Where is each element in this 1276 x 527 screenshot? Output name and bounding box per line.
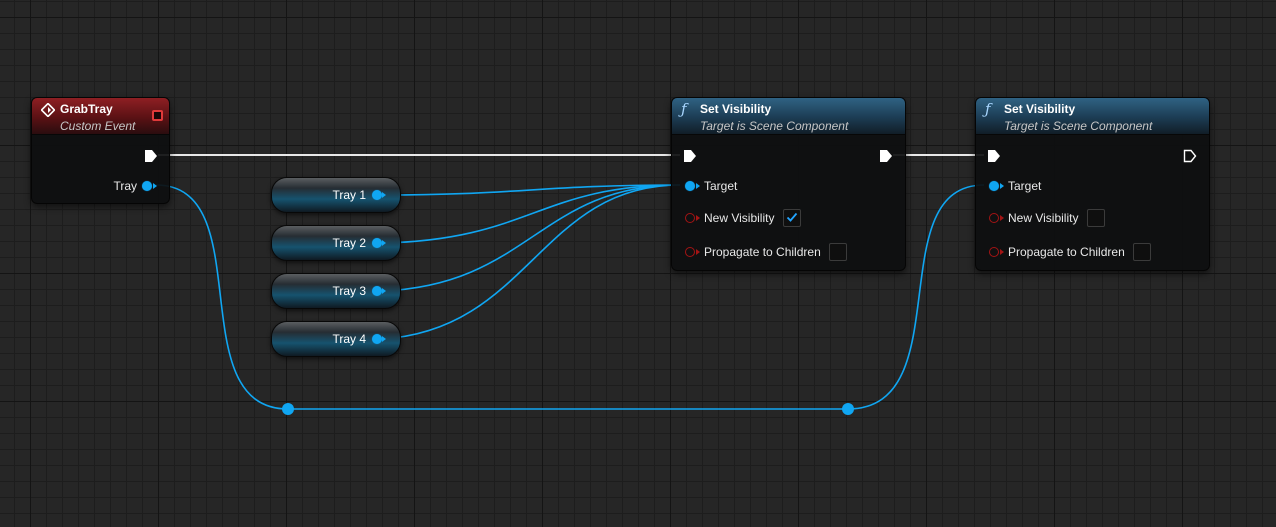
exec-input-pin[interactable] — [683, 149, 697, 163]
propagate-input-pin[interactable] — [685, 247, 695, 257]
new-visibility-input-pin[interactable] — [989, 213, 999, 223]
exec-output-pin[interactable] — [879, 149, 893, 163]
new-visibility-pin-arrow — [1000, 215, 1004, 221]
variable-output-pin-arrow — [382, 240, 386, 246]
variable-node-tray-3[interactable]: Tray 3 — [271, 273, 401, 309]
custom-event-node[interactable]: GrabTray Custom Event Tray — [31, 97, 170, 204]
check-icon — [786, 212, 798, 222]
new-visibility-label: New Visibility — [1008, 211, 1079, 225]
propagate-checkbox[interactable] — [1133, 243, 1151, 261]
function-node-title: Set Visibility — [700, 102, 772, 116]
function-f-icon: ƒ — [985, 100, 991, 118]
propagate-pin-arrow — [1000, 249, 1004, 255]
new-visibility-checkbox[interactable] — [783, 209, 801, 227]
blueprint-graph-canvas[interactable]: GrabTray Custom Event Tray Tray 1 Tray 2… — [0, 0, 1276, 527]
function-node-subtitle: Target is Scene Component — [700, 119, 849, 133]
reroute-node-right[interactable] — [842, 403, 854, 415]
event-node-title: GrabTray — [60, 102, 113, 116]
tray-output-pin-arrow — [153, 183, 157, 189]
variable-output-pin[interactable] — [372, 238, 382, 248]
variable-output-pin[interactable] — [372, 190, 382, 200]
variable-node-tray-2[interactable]: Tray 2 — [271, 225, 401, 261]
new-visibility-pin-arrow — [696, 215, 700, 221]
propagate-pin-arrow — [696, 249, 700, 255]
variable-output-pin[interactable] — [372, 334, 382, 344]
new-visibility-checkbox[interactable] — [1087, 209, 1105, 227]
variable-label: Tray 3 — [332, 284, 366, 298]
propagate-input-pin[interactable] — [989, 247, 999, 257]
variable-output-pin-arrow — [382, 336, 386, 342]
propagate-label: Propagate to Children — [704, 245, 821, 259]
variable-output-pin-arrow — [382, 192, 386, 198]
function-f-icon: ƒ — [681, 100, 687, 118]
function-node-title: Set Visibility — [1004, 102, 1076, 116]
variable-output-pin[interactable] — [372, 286, 382, 296]
target-input-pin[interactable] — [989, 181, 999, 191]
new-visibility-label: New Visibility — [704, 211, 775, 225]
data-wire-tray3-to-target — [381, 184, 681, 292]
variable-output-pin-arrow — [382, 288, 386, 294]
variable-label: Tray 2 — [332, 236, 366, 250]
tray-output-pin[interactable] — [142, 181, 152, 191]
exec-output-pin-unconnected[interactable] — [1183, 149, 1197, 163]
function-node-header[interactable]: ƒ Set Visibility Target is Scene Compone… — [672, 98, 905, 135]
tray-output-label: Tray — [113, 179, 137, 193]
event-node-header[interactable]: GrabTray Custom Event — [32, 98, 169, 135]
set-visibility-node-2[interactable]: ƒ Set Visibility Target is Scene Compone… — [975, 97, 1210, 271]
new-visibility-input-pin[interactable] — [685, 213, 695, 223]
target-pin-label: Target — [1008, 179, 1042, 193]
data-wire-tray4-to-target — [381, 184, 681, 340]
target-input-pin-arrow — [1000, 183, 1004, 189]
variable-node-tray-1[interactable]: Tray 1 — [271, 177, 401, 213]
target-pin-label: Target — [704, 179, 738, 193]
function-node-subtitle: Target is Scene Component — [1004, 119, 1153, 133]
propagate-label: Propagate to Children — [1008, 245, 1125, 259]
event-diamond-icon — [41, 103, 55, 117]
variable-node-tray-4[interactable]: Tray 4 — [271, 321, 401, 357]
event-node-subtitle: Custom Event — [60, 119, 136, 133]
target-input-pin[interactable] — [685, 181, 695, 191]
target-input-pin-arrow — [696, 183, 700, 189]
data-wire-tray1-to-target — [381, 184, 681, 196]
delegate-square-icon[interactable] — [152, 110, 163, 121]
exec-output-pin[interactable] — [144, 149, 158, 163]
variable-label: Tray 1 — [332, 188, 366, 202]
variable-label: Tray 4 — [332, 332, 366, 346]
reroute-node-left[interactable] — [282, 403, 294, 415]
function-node-header[interactable]: ƒ Set Visibility Target is Scene Compone… — [976, 98, 1209, 135]
data-wire-tray2-to-target — [381, 184, 681, 244]
propagate-checkbox[interactable] — [829, 243, 847, 261]
set-visibility-node-1[interactable]: ƒ Set Visibility Target is Scene Compone… — [671, 97, 906, 271]
data-wire-tray-to-reroute — [155, 184, 289, 410]
exec-input-pin[interactable] — [987, 149, 1001, 163]
